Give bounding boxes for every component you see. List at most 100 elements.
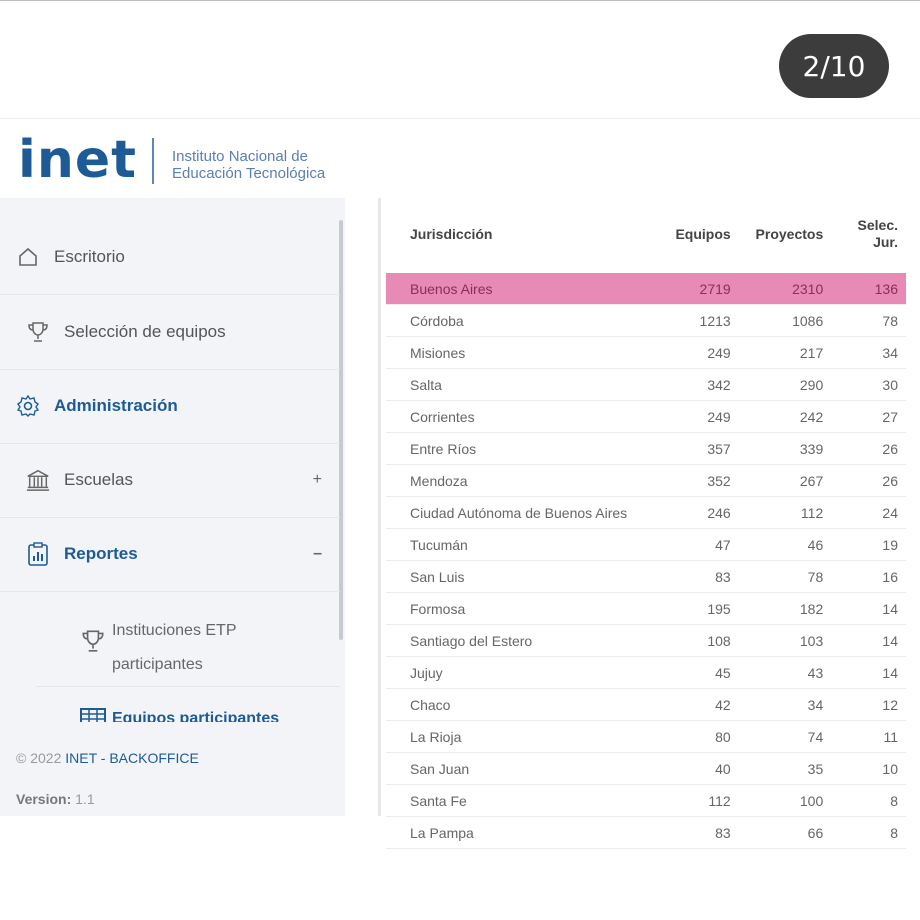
table-row[interactable]: La Rioja 80 74 11 [386,720,906,753]
cell-equipos: 45 [628,656,739,689]
cell-jurisdiccion: Ciudad Autónoma de Buenos Aires [386,496,629,529]
report-icon [26,542,50,566]
cell-proyectos: 46 [738,528,832,561]
cell-proyectos: 182 [738,592,832,625]
cell-proyectos: 100 [738,784,832,817]
table-icon [80,708,106,722]
cell-jurisdiccion: La Rioja [386,720,629,753]
table-row[interactable]: San Juan 40 35 10 [386,752,906,785]
sidebar-item-label: Reportes [64,544,138,563]
table-row[interactable]: Santa Fe 112 100 8 [386,784,906,817]
cell-proyectos: 74 [738,720,832,753]
sidebar-item-escuelas[interactable]: Escuelas + [0,443,340,518]
cell-selec: 10 [831,752,906,785]
footer-brand[interactable]: INET - BACKOFFICE [65,750,199,766]
table-row[interactable]: Misiones 249 217 34 [386,336,906,369]
collapse-icon[interactable]: – [313,545,322,563]
col-selec-line1: Selec. [857,217,898,233]
table-row[interactable]: La Pampa 83 66 8 [386,816,906,849]
cell-equipos: 249 [628,336,739,369]
col-proyectos[interactable]: Proyectos [739,205,832,263]
panel-divider [378,198,381,816]
subitem-label: Equipos participantes [112,710,280,722]
cell-selec: 8 [831,784,906,817]
cell-equipos: 40 [628,752,739,785]
table-row[interactable]: Ciudad Autónoma de Buenos Aires 246 112 24 [386,496,906,529]
cell-equipos: 47 [628,528,739,561]
cell-equipos: 249 [628,400,739,433]
sidebar-subitem-instituciones[interactable]: Instituciones ETP participantes [36,604,340,687]
footer-version: Version: 1.1 [16,791,95,807]
table-header-row: Jurisdicción Equipos Proyectos Selec. Ju… [386,205,906,263]
cell-selec: 30 [831,368,906,401]
cell-selec: 16 [831,560,906,593]
cell-jurisdiccion: San Luis [386,560,629,593]
sidebar-item-label: Escuelas [64,470,133,489]
cell-proyectos: 1086 [738,304,832,337]
table-row[interactable]: Chaco 42 34 12 [386,688,906,721]
table-row[interactable]: Tucumán 47 46 19 [386,528,906,561]
cell-jurisdiccion: Formosa [386,592,629,625]
col-selec-jur[interactable]: Selec. Jur. [831,205,906,263]
cell-selec: 12 [831,688,906,721]
cell-selec: 14 [831,624,906,657]
cell-proyectos: 290 [738,368,832,401]
cell-selec: 19 [831,528,906,561]
cell-equipos: 342 [628,368,739,401]
cell-equipos: 42 [628,688,739,721]
cell-proyectos: 34 [738,688,832,721]
table-row[interactable]: Salta 342 290 30 [386,368,906,401]
col-equipos[interactable]: Equipos [629,205,739,263]
gear-icon [16,394,40,418]
cell-proyectos: 103 [738,624,832,657]
subitem-label-line1: Instituciones ETP [112,622,237,639]
cell-proyectos: 43 [738,656,832,689]
cell-proyectos: 242 [738,400,832,433]
expand-icon[interactable]: + [313,471,322,489]
cell-jurisdiccion: Entre Ríos [386,432,629,465]
top-border [0,0,920,1]
sidebar-item-label: Escritorio [54,247,125,266]
col-jurisdiccion[interactable]: Jurisdicción [386,205,629,263]
table-row[interactable]: Buenos Aires 2719 2310 136 [386,273,906,305]
cell-jurisdiccion: Santiago del Estero [386,624,629,657]
sidebar-item-escritorio[interactable]: Escritorio [0,220,340,295]
cell-equipos: 195 [628,592,739,625]
col-selec-line2: Jur. [873,234,898,250]
cell-proyectos: 2310 [738,273,832,305]
sidebar-item-administracion[interactable]: Administración [0,369,340,444]
table-row[interactable]: Jujuy 45 43 14 [386,656,906,689]
cell-jurisdiccion: Jujuy [386,656,629,689]
sidebar-item-label: Administración [54,396,178,415]
cell-selec: 14 [831,592,906,625]
logo-subtitle: Instituto Nacional de Educación Tecnológ… [172,148,325,182]
logo-separator [152,138,154,184]
sidebar-subitem-equipos[interactable]: Equipos participantes [36,706,340,722]
footer-copyright: © 2022 INET - BACKOFFICE [16,750,199,766]
table-row[interactable]: Mendoza 352 267 26 [386,464,906,497]
cell-equipos: 83 [628,816,739,849]
table-row[interactable]: Entre Ríos 357 339 26 [386,432,906,465]
table-row[interactable]: Corrientes 249 242 27 [386,400,906,433]
cell-selec: 78 [831,304,906,337]
cell-selec: 26 [831,432,906,465]
version-number: 1.1 [75,791,95,807]
cell-proyectos: 112 [738,496,832,529]
app-header [0,118,920,199]
table-row[interactable]: Formosa 195 182 14 [386,592,906,625]
table-body: Buenos Aires 2719 2310 136 Córdoba 1213 1086 78… [386,263,906,849]
jurisdiction-table: Jurisdicción Equipos Proyectos Selec. Ju… [386,205,906,849]
sidebar-item-seleccion-equipos[interactable]: Selección de equipos [0,295,340,370]
sidebar-item-reportes[interactable]: Reportes – [0,517,340,592]
slide-counter: 2/10 [779,34,889,98]
cell-jurisdiccion: Mendoza [386,464,629,497]
inet-logo[interactable]: inet [18,130,137,190]
table-row[interactable]: San Luis 83 78 16 [386,560,906,593]
cell-proyectos: 217 [738,336,832,369]
sidebar-item-label: Selección de equipos [64,322,226,341]
cell-selec: 24 [831,496,906,529]
cell-equipos: 2719 [628,273,739,305]
table-row[interactable]: Santiago del Estero 108 103 14 [386,624,906,657]
table-row[interactable]: Córdoba 1213 1086 78 [386,304,906,337]
cell-proyectos: 35 [738,752,832,785]
